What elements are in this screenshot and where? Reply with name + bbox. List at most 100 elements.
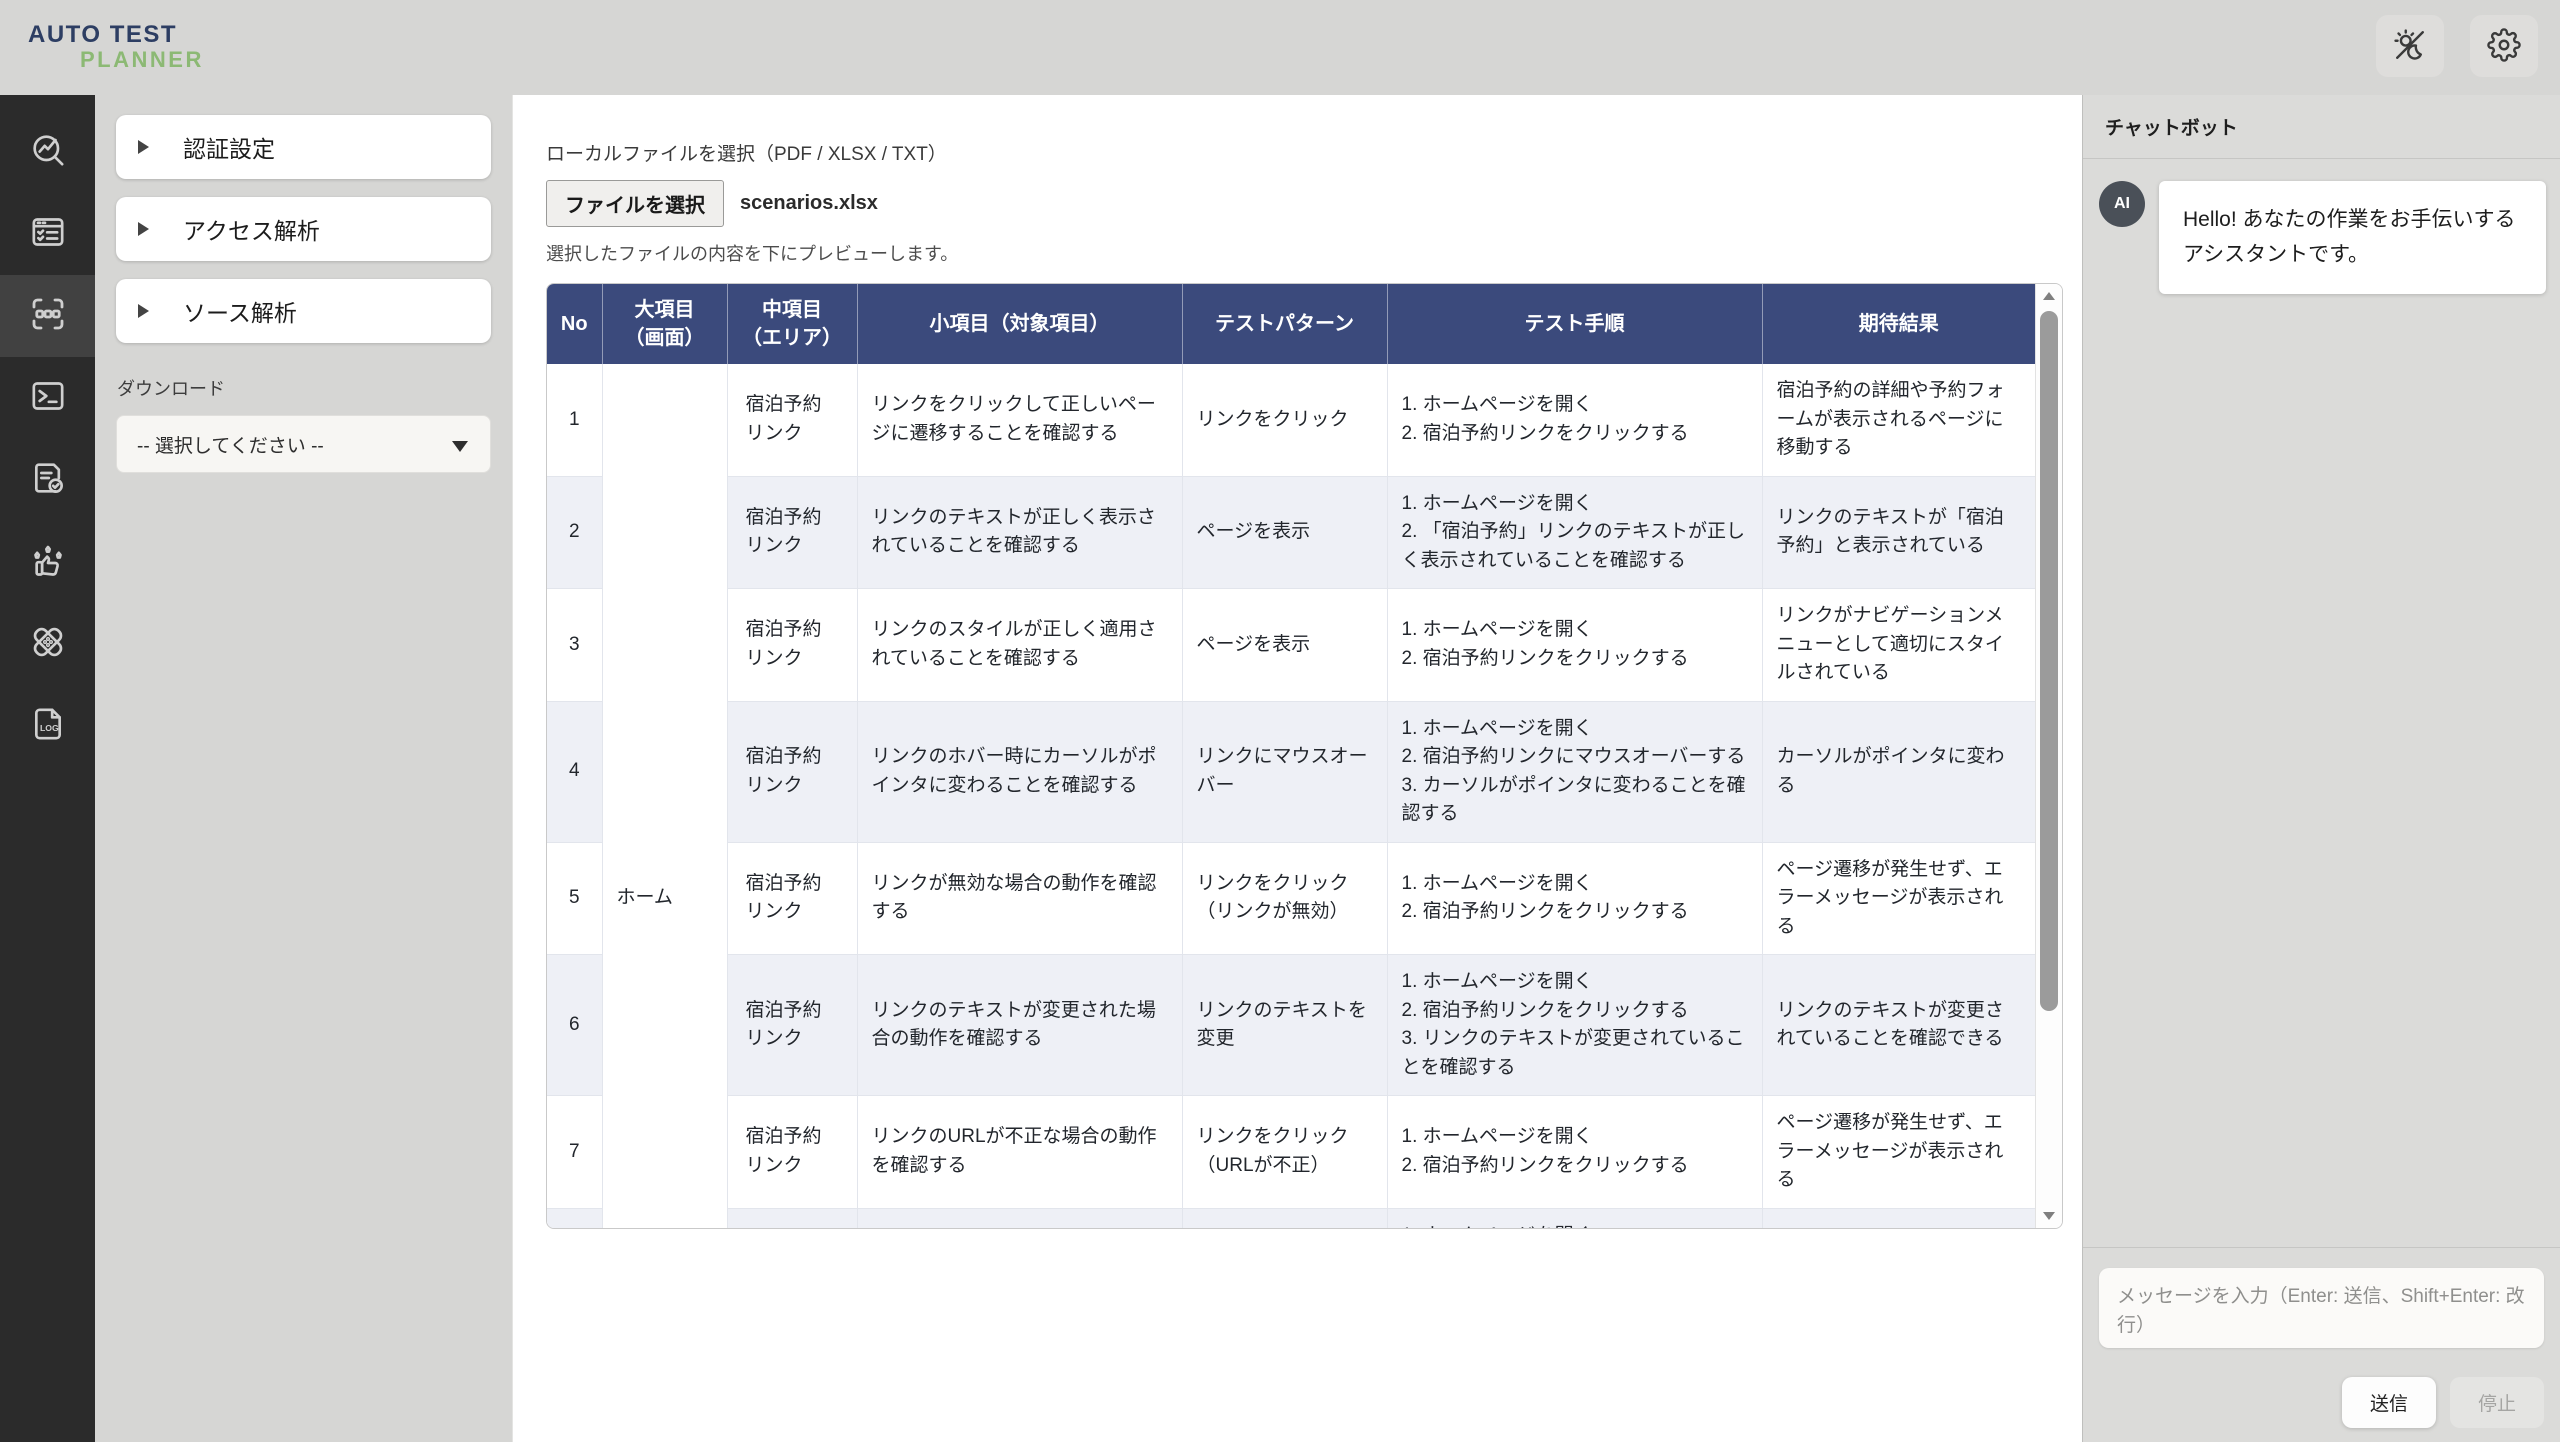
logo-text-planner: PLANNER — [80, 48, 204, 72]
sidebar-item-analysis[interactable] — [0, 111, 95, 193]
col-header-minor: 小項目（対象項目） — [857, 284, 1182, 364]
cell-expected-result: リンクのテキストが「宿泊予約」と表示されている — [1762, 476, 2035, 589]
cell-expected-result: ページ遷移が発生せず、エラーメッセージが表示される — [1762, 842, 2035, 955]
cell-test-pattern: ページを表示 — [1182, 476, 1387, 589]
cell-test-pattern: ページを表示 — [1182, 589, 1387, 702]
cell-expected-result: ページ遷移が発生せず、エラーメッセージが表示される — [1762, 1096, 2035, 1209]
terminal-icon — [28, 376, 68, 421]
cell-no: 4 — [547, 701, 602, 842]
send-button[interactable]: 送信 — [2342, 1377, 2436, 1428]
chat-input-area: 送信 停止 — [2083, 1247, 2560, 1442]
scrollbar-down-arrow[interactable] — [2036, 1204, 2062, 1228]
chevron-down-icon — [452, 441, 468, 452]
cell-test-steps: 1. ホームページを開く 2. 宿泊予約リンクをクリックする — [1387, 364, 1762, 476]
cell-minor-target: リンクのURLが不正な場合の動作を確認する — [857, 1096, 1182, 1209]
cell-minor-target: リンクが無効な場合の動作を確認する — [857, 842, 1182, 955]
col-header-steps: テスト手順 — [1387, 284, 1762, 364]
stop-button[interactable]: 停止 — [2450, 1377, 2544, 1428]
accordion-access-analysis[interactable]: アクセス解析 — [116, 197, 491, 261]
cell-expected-result: リンクがナビゲーションメニューとして適切にスタイルされている — [1762, 589, 2035, 702]
file-select-label: ローカルファイルを選択（PDF / XLSX / TXT） — [546, 139, 2082, 166]
chevron-right-icon — [138, 304, 149, 318]
scenario-table: No 大項目 （画面） 中項目 （エリア） 小項目（対象項目） テストパターン … — [547, 284, 2035, 1228]
col-header-pattern: テストパターン — [1182, 284, 1387, 364]
cell-no: 5 — [547, 842, 602, 955]
download-select[interactable]: -- 選択してください -- — [116, 415, 491, 473]
main-content: ローカルファイルを選択（PDF / XLSX / TXT） ファイルを選択 sc… — [512, 95, 2082, 1442]
cell-test-pattern: リンクにマウスオーバー — [1182, 701, 1387, 842]
accordion-label: ソース解析 — [183, 294, 297, 328]
cell-minor-target: リンクのテキストが変更された場合の動作を確認する — [857, 955, 1182, 1096]
scrollbar-up-arrow[interactable] — [2036, 284, 2062, 308]
cell-major-screen: ホーム — [602, 364, 727, 1228]
cell-minor-target: リンクのホバー時にカーソルがポインタに変わることを確認する — [857, 701, 1182, 842]
cell-middle-area: 宿泊予約リンク — [727, 955, 857, 1096]
scenario-preview-container: No 大項目 （画面） 中項目 （エリア） 小項目（対象項目） テストパターン … — [546, 283, 2063, 1229]
rating-thumb-icon — [28, 540, 68, 585]
tool-panel: 認証設定 アクセス解析 ソース解析 ダウンロード -- 選択してください -- — [95, 95, 512, 1442]
settings-button[interactable] — [2470, 15, 2538, 77]
table-scrollbar — [2035, 284, 2062, 1228]
sidebar-item-checklist[interactable] — [0, 193, 95, 275]
theme-toggle-button[interactable] — [2376, 15, 2444, 77]
ai-avatar: AI — [2099, 181, 2145, 227]
cell-test-pattern: リンクをクリック — [1182, 1208, 1387, 1228]
chatbot-title: チャットボット — [2083, 95, 2560, 159]
log-file-icon: LOG — [28, 704, 68, 749]
sidebar-item-log[interactable]: LOG — [0, 685, 95, 767]
accordion-label: 認証設定 — [183, 130, 275, 164]
cell-expected-result: 宿泊予約の詳細や予約フォームが表示されるページに移動する — [1762, 364, 2035, 476]
table-row: 5宿泊予約リンクリンクが無効な場合の動作を確認するリンクをクリック（リンクが無効… — [547, 842, 2035, 955]
col-header-no: No — [547, 284, 602, 364]
table-row: 1ホーム宿泊予約リンクリンクをクリックして正しいページに遷移することを確認するリ… — [547, 364, 2035, 476]
report-check-icon — [28, 458, 68, 503]
chat-message-bubble: Hello! あなたの作業をお手伝いするアシスタントです。 — [2159, 181, 2546, 294]
scenario-table-scroll-area: No 大項目 （画面） 中項目 （エリア） 小項目（対象項目） テストパターン … — [547, 284, 2035, 1228]
cell-no: 1 — [547, 364, 602, 476]
cell-test-pattern: リンクをクリック（リンクが無効） — [1182, 842, 1387, 955]
cell-test-steps: 1. ホームページを開く 2. 宿泊予約リンクをクリックする — [1387, 842, 1762, 955]
cell-minor-target: リンクのスタイルが正しく適用されていることを確認する — [857, 589, 1182, 702]
cell-test-steps: 1. ホームページを開く 2. 宿泊予約リンクにマウスオーバーする 3. カーソ… — [1387, 701, 1762, 842]
cell-middle-area: 宿泊予約リンク — [727, 701, 857, 842]
scrollbar-thumb[interactable] — [2040, 311, 2058, 1011]
accordion-auth-settings[interactable]: 認証設定 — [116, 115, 491, 179]
col-header-expected: 期待結果 — [1762, 284, 2035, 364]
cell-minor-target: リンクをクリックすると宿泊予約ページに遷移することを確認する — [857, 1208, 1182, 1228]
table-row: 2宿泊予約リンクリンクのテキストが正しく表示されていることを確認するページを表示… — [547, 476, 2035, 589]
cell-no: 7 — [547, 1096, 602, 1209]
logo-text-auto-test: AUTO TEST — [28, 22, 204, 48]
chat-message-input[interactable] — [2099, 1268, 2544, 1348]
table-row: 6宿泊予約リンクリンクのテキストが変更された場合の動作を確認するリンクのテキスト… — [547, 955, 2035, 1096]
sidebar-item-scenario-scan[interactable] — [0, 275, 95, 357]
cell-middle-area: 宿泊予約リンク — [727, 476, 857, 589]
sidebar-item-patch[interactable] — [0, 603, 95, 685]
sidebar-item-report[interactable] — [0, 439, 95, 521]
table-header-row: No 大項目 （画面） 中項目 （エリア） 小項目（対象項目） テストパターン … — [547, 284, 2035, 364]
chatbot-panel: チャットボット AI Hello! あなたの作業をお手伝いするアシスタントです。… — [2082, 95, 2560, 1442]
cell-test-steps: 1. ホームページを開く 2. 宿泊予約リンクをクリックする 3. リンクのテキ… — [1387, 955, 1762, 1096]
cell-test-steps: 1. ホームページを開く 2. 「宿泊予約」リンクのテキストが正しく表示されてい… — [1387, 476, 1762, 589]
cell-test-steps: 1. ホームページを開く 2. 宿泊予約リンクをクリックする — [1387, 589, 1762, 702]
chat-buttons-row: 送信 停止 — [2099, 1377, 2544, 1428]
table-row: 3宿泊予約リンクリンクのスタイルが正しく適用されていることを確認するページを表示… — [547, 589, 2035, 702]
sidebar-item-rating[interactable] — [0, 521, 95, 603]
accordion-source-analysis[interactable]: ソース解析 — [116, 279, 491, 343]
app-root: AUTO TEST PLANNER — [0, 0, 2560, 1442]
choose-file-button[interactable]: ファイルを選択 — [546, 180, 724, 227]
preview-hint: 選択したファイルの内容を下にプレビューします。 — [546, 240, 2082, 266]
sidebar-item-terminal[interactable] — [0, 357, 95, 439]
selected-filename: scenarios.xlsx — [740, 192, 878, 215]
accordion-label: アクセス解析 — [183, 212, 320, 246]
col-header-major: 大項目 （画面） — [602, 284, 727, 364]
cell-middle-area: 宿泊予約リンク — [727, 1096, 857, 1209]
file-select-row: ファイルを選択 scenarios.xlsx — [546, 180, 2082, 227]
cell-no: 2 — [547, 476, 602, 589]
cell-expected-result: リンクのテキストが変更されていることを確認できる — [1762, 955, 2035, 1096]
theme-toggle-icon — [2393, 28, 2427, 65]
download-section-label: ダウンロード — [117, 375, 512, 401]
cell-middle-area: 宿泊予約リンク — [727, 1208, 857, 1228]
col-header-middle: 中項目 （エリア） — [727, 284, 857, 364]
settings-gear-icon — [2487, 28, 2521, 65]
top-header: AUTO TEST PLANNER — [0, 0, 2560, 95]
